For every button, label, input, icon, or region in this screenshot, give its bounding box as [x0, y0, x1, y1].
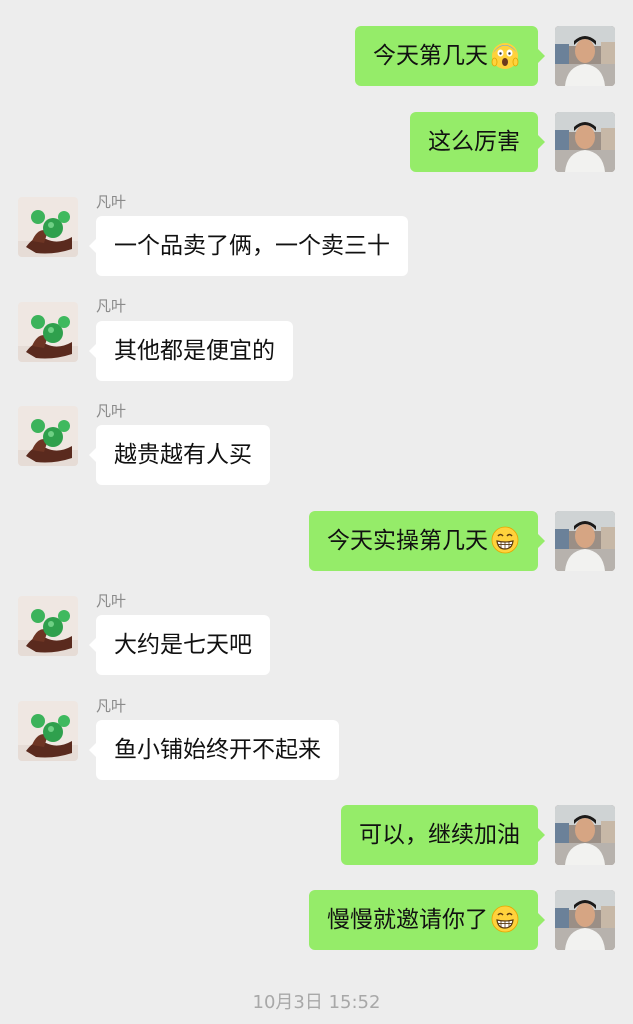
self-avatar[interactable]: [555, 112, 615, 172]
incoming-message-bubble[interactable]: 越贵越有人买: [89, 425, 270, 485]
contact-avatar[interactable]: [18, 701, 78, 761]
incoming-message-bubble[interactable]: 鱼小铺始终开不起来: [89, 720, 339, 780]
face-screaming-in-fear-emoji: [490, 40, 520, 70]
self-avatar[interactable]: [555, 26, 615, 86]
sender-name: 凡叶: [96, 193, 127, 211]
contact-avatar[interactable]: [18, 596, 78, 656]
outgoing-message-bubble[interactable]: 今天第几天: [355, 26, 545, 86]
incoming-message-bubble[interactable]: 大约是七天吧: [89, 615, 270, 675]
outgoing-message-bubble[interactable]: 慢慢就邀请你了: [309, 890, 545, 950]
message-text: 今天实操第几天: [327, 528, 488, 554]
self-avatar[interactable]: [555, 511, 615, 571]
sender-name: 凡叶: [96, 592, 127, 610]
outgoing-message-bubble[interactable]: 可以，继续加油: [341, 805, 545, 865]
sender-name: 凡叶: [96, 697, 127, 715]
outgoing-message-bubble[interactable]: 这么厉害: [410, 112, 545, 172]
incoming-message-bubble[interactable]: 其他都是便宜的: [89, 321, 293, 381]
grinning-face-emoji: [490, 904, 520, 934]
contact-avatar[interactable]: [18, 302, 78, 362]
message-text: 鱼小铺始终开不起来: [114, 737, 321, 763]
self-avatar[interactable]: [555, 890, 615, 950]
message-text: 越贵越有人买: [114, 442, 252, 468]
self-avatar[interactable]: [555, 805, 615, 865]
outgoing-message-bubble[interactable]: 今天实操第几天: [309, 511, 545, 571]
incoming-message-bubble[interactable]: 一个品卖了俩，一个卖三十: [89, 216, 408, 276]
contact-avatar[interactable]: [18, 406, 78, 466]
sender-name: 凡叶: [96, 297, 127, 315]
contact-avatar[interactable]: [18, 197, 78, 257]
message-text: 可以，继续加油: [359, 822, 520, 848]
grinning-face-emoji: [490, 525, 520, 555]
message-text: 慢慢就邀请你了: [327, 907, 488, 933]
message-text: 一个品卖了俩，一个卖三十: [114, 233, 390, 259]
message-text: 今天第几天: [373, 43, 488, 69]
message-text: 大约是七天吧: [114, 632, 252, 658]
sender-name: 凡叶: [96, 402, 127, 420]
chat-timestamp: 10月3日 15:52: [252, 992, 381, 1013]
message-text: 这么厉害: [428, 129, 520, 155]
message-text: 其他都是便宜的: [114, 338, 275, 364]
